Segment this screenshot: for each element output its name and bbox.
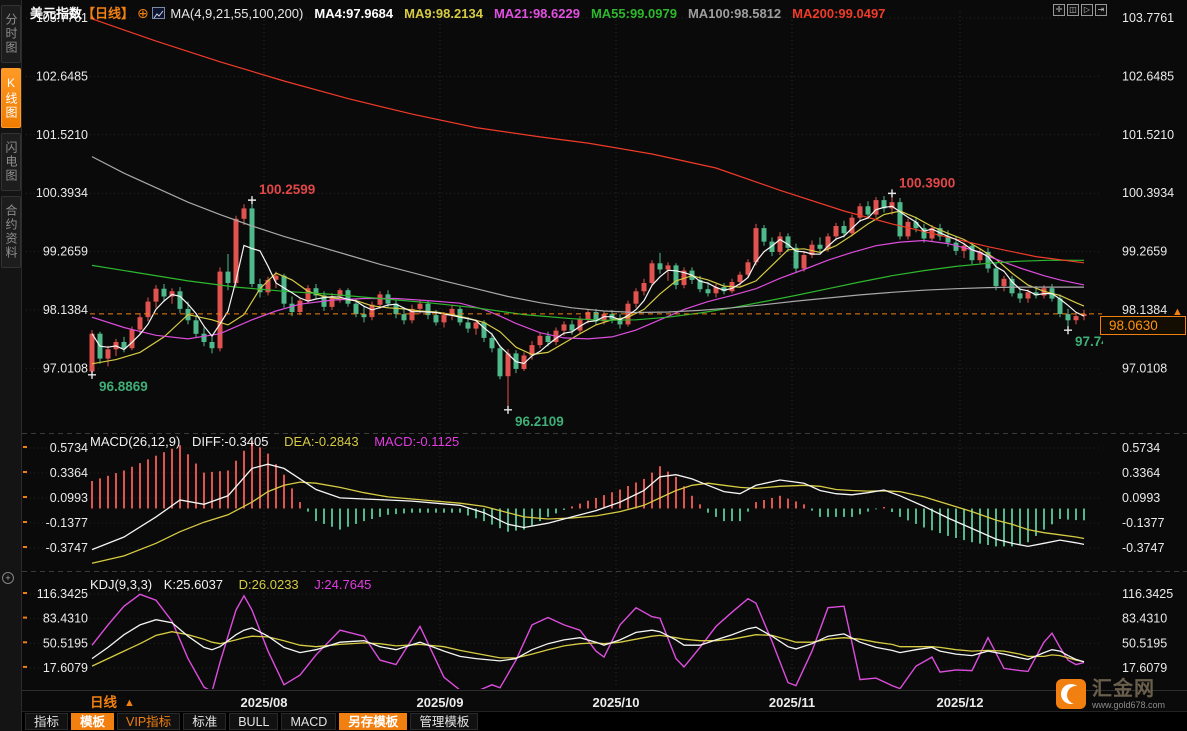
kdj-d-value: D:26.0233 — [238, 577, 299, 592]
svg-text:100.2599: 100.2599 — [259, 182, 315, 197]
svg-text:83.4310: 83.4310 — [1122, 612, 1167, 626]
pane-add-icon[interactable]: + — [2, 572, 14, 584]
toolbar-tab-4[interactable]: 标准 — [183, 713, 227, 730]
period-tag[interactable]: 【日线】 — [82, 6, 134, 21]
sidebar-tab-4[interactable]: 合约资料 — [1, 196, 21, 268]
svg-text:50.5195: 50.5195 — [1122, 636, 1167, 650]
ma-value-5: MA100:98.5812 — [687, 6, 782, 21]
svg-text:-0.3747: -0.3747 — [46, 541, 88, 555]
sidebar: 分时图 K线图闪电图合约资料 — [0, 0, 22, 731]
svg-text:96.8869: 96.8869 — [99, 379, 148, 394]
svg-text:96.2109: 96.2109 — [515, 414, 564, 429]
logo-name: 汇金网 — [1092, 678, 1155, 700]
panel-layout-icon[interactable]: ◫ — [1067, 4, 1079, 16]
macd-header-label: MACD(26,12,9) — [90, 434, 181, 449]
ma-value-1: MA4:97.9684 — [314, 6, 394, 21]
toolbar-tab-5[interactable]: BULL — [229, 713, 279, 730]
toolbar-tab-2[interactable]: 模板 — [71, 713, 115, 730]
svg-text:17.6079: 17.6079 — [43, 661, 88, 675]
toolbar-tab-6[interactable]: MACD — [281, 713, 337, 730]
ma-group-label: MA(4,9,21,55,100,200) — [170, 6, 304, 21]
panel-next-icon[interactable]: ▷ — [1081, 4, 1093, 16]
toolbar-tab-3[interactable]: VIP指标 — [117, 713, 181, 730]
kdj-k-value: K:25.6037 — [163, 577, 224, 592]
toolbar-tab-1[interactable]: 指标 — [25, 713, 69, 730]
svg-text:0.5734: 0.5734 — [1122, 441, 1160, 455]
svg-text:0.5734: 0.5734 — [50, 441, 88, 455]
svg-text:101.5210: 101.5210 — [1122, 128, 1174, 142]
svg-text:100.3900: 100.3900 — [899, 175, 955, 190]
macd-macd-value: MACD:-0.1125 — [374, 434, 460, 449]
svg-text:83.4310: 83.4310 — [43, 612, 88, 626]
svg-text:101.5210: 101.5210 — [36, 128, 88, 142]
svg-text:-0.1377: -0.1377 — [46, 516, 88, 530]
svg-text:98.1384: 98.1384 — [1122, 303, 1167, 317]
sidebar-tab-3[interactable]: 闪电图 — [1, 133, 21, 191]
ma-values: MA4:97.9684 MA9:98.2134 MA21:98.6229 MA55:9… — [303, 6, 885, 21]
svg-text:97.7479: 97.7479 — [1075, 334, 1124, 349]
svg-text:116.3425: 116.3425 — [37, 587, 88, 601]
current-price-tag: 98.0630 — [1100, 316, 1186, 335]
svg-text:-0.3747: -0.3747 — [1122, 541, 1164, 555]
svg-text:2025/11: 2025/11 — [769, 695, 815, 710]
chart-type-icon[interactable] — [151, 7, 165, 19]
svg-text:97.0108: 97.0108 — [43, 361, 88, 375]
svg-text:2025/10: 2025/10 — [593, 695, 640, 710]
svg-text:98.1384: 98.1384 — [43, 303, 88, 317]
logo-icon — [1056, 679, 1086, 709]
pan-icon[interactable]: ✛ — [1053, 4, 1065, 16]
chart-canvas[interactable]: 100.2599 96.8869 96.2109 100.3900 97.7479 103… — [0, 0, 1187, 731]
ma-value-2: MA9:98.2134 — [404, 6, 483, 21]
macd-pane-header: MACD(26,12,9) DIFF:-0.3405 DEA:-0.2843 M… — [90, 434, 459, 449]
window-icon-bar: ✛ ◫ ▷ ⇥ — [1053, 4, 1107, 16]
svg-text:2025/09: 2025/09 — [417, 695, 464, 710]
svg-text:116.3425: 116.3425 — [1122, 587, 1173, 601]
popout-icon[interactable]: ⇥ — [1095, 4, 1107, 16]
svg-text:50.5195: 50.5195 — [43, 636, 88, 650]
toolbar-tab-7[interactable]: 另存模板 — [339, 713, 408, 730]
logo-url: www.gold678.com — [1092, 700, 1166, 710]
svg-text:99.2659: 99.2659 — [43, 245, 88, 259]
svg-text:日线: 日线 — [90, 694, 117, 710]
bottom-toolbar: 指标 模板 VIP指标 标准 BULL MACD 另存模板 管理模板 — [22, 712, 1187, 731]
svg-text:0.3364: 0.3364 — [50, 466, 88, 480]
svg-text:17.6079: 17.6079 — [1122, 661, 1167, 675]
svg-text:100.3934: 100.3934 — [1122, 186, 1174, 200]
svg-text:102.6485: 102.6485 — [1122, 69, 1174, 83]
sidebar-tab-2[interactable]: K线图 — [1, 68, 21, 128]
svg-text:2025/08: 2025/08 — [241, 695, 288, 710]
svg-text:0.0993: 0.0993 — [50, 491, 88, 505]
ma-value-6: MA200:99.0497 — [792, 6, 886, 21]
svg-text:-0.1377: -0.1377 — [1122, 516, 1164, 530]
svg-text:0.0993: 0.0993 — [1122, 491, 1160, 505]
svg-text:97.0108: 97.0108 — [1122, 361, 1167, 375]
sidebar-tab-1[interactable]: 分时图 — [1, 5, 21, 63]
ma-value-4: MA55:99.0979 — [590, 6, 677, 21]
symbol-name: 美元指数 — [30, 6, 83, 21]
svg-text:2025/12: 2025/12 — [937, 695, 984, 710]
trading-app-window: 100.2599 96.8869 96.2109 100.3900 97.7479 103… — [0, 0, 1187, 731]
macd-dea-value: DEA:-0.2843 — [284, 434, 359, 449]
kdj-header-label: KDJ(9,3,3) — [90, 577, 153, 592]
chart-header: 美元指数【日线】 ⊕ MA(4,9,21,55,100,200) MA4:97.96… — [30, 3, 885, 22]
kdj-pane-header: KDJ(9,3,3) K:25.6037 D:26.0233 J:24.7645 — [90, 577, 371, 592]
macd-diff-value: DIFF:-0.3405 — [191, 434, 269, 449]
svg-text:103.7761: 103.7761 — [1122, 11, 1174, 25]
svg-text:100.3934: 100.3934 — [36, 186, 88, 200]
svg-text:▲: ▲ — [124, 697, 135, 709]
add-compare-icon[interactable]: ⊕ — [137, 5, 149, 21]
svg-text:0.3364: 0.3364 — [1122, 466, 1160, 480]
ma-value-3: MA21:98.6229 — [493, 6, 580, 21]
kdj-j-value: J:24.7645 — [314, 577, 372, 592]
svg-text:99.2659: 99.2659 — [1122, 245, 1167, 259]
toolbar-tab-8[interactable]: 管理模板 — [410, 713, 479, 730]
svg-text:102.6485: 102.6485 — [36, 69, 88, 83]
site-logo: 汇金网 www.gold678.com — [1056, 679, 1165, 710]
